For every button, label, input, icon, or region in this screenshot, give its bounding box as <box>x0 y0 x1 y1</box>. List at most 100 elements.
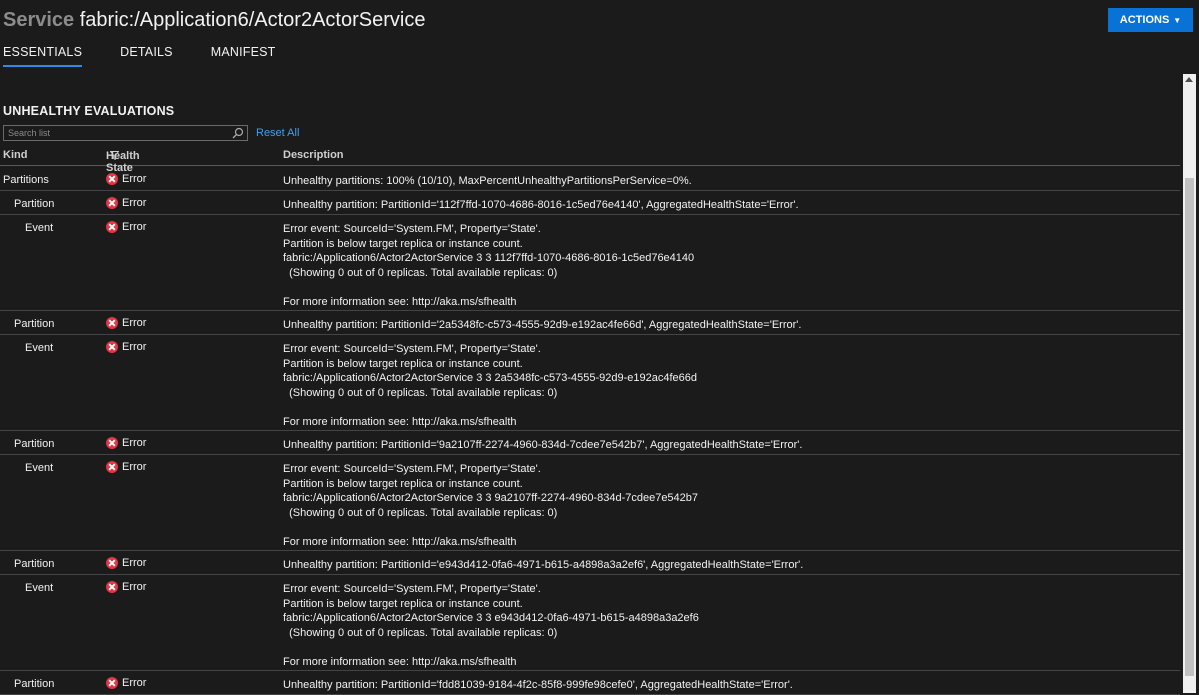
tab-details[interactable]: DETAILS <box>120 45 173 65</box>
error-icon <box>106 677 118 689</box>
description-line: For more information see: http://aka.ms/… <box>283 535 517 548</box>
service-label: Service <box>3 9 75 31</box>
table-row[interactable]: Event Error Error event: SourceId='System.… <box>0 575 1180 671</box>
row-kind: Event <box>25 222 54 234</box>
row-description: Unhealthy partition: PartitionId='e943d4… <box>283 558 1163 573</box>
row-health-state: Error <box>106 677 146 689</box>
row-description: Error event: SourceId='System.FM', Prope… <box>283 462 1163 549</box>
table-row[interactable]: Partition Error Unhealthy partition: Parti… <box>0 311 1180 335</box>
health-label: Error <box>122 317 147 329</box>
scroll-up-icon[interactable] <box>1185 77 1193 82</box>
scrollbar[interactable] <box>1183 74 1196 693</box>
description-line: For more information see: http://aka.ms/… <box>283 415 517 428</box>
column-health-state[interactable]: Health State <box>106 149 140 174</box>
column-kind[interactable]: Kind <box>3 149 27 161</box>
health-label: Error <box>122 557 147 569</box>
row-health-state: Error <box>106 173 146 185</box>
health-label: Error <box>122 221 147 233</box>
table-row[interactable]: Partition Error Unhealthy partition: Parti… <box>0 551 1180 575</box>
health-label: Error <box>122 341 147 353</box>
description-line: fabric:/Application6/Actor2ActorService … <box>283 372 697 384</box>
health-label: Error <box>122 173 147 185</box>
table-header: Kind Health State Description <box>0 148 1180 174</box>
reset-all-link[interactable]: Reset All <box>256 127 299 139</box>
tab-manifest[interactable]: MANIFEST <box>211 45 276 65</box>
description-line: Error event: SourceId='System.FM', Prope… <box>283 223 541 235</box>
page-title: Service fabric:/Application6/Actor2Actor… <box>3 9 425 32</box>
description-line: For more information see: http://aka.ms/… <box>283 295 517 308</box>
error-icon <box>106 197 118 209</box>
description-line: Unhealthy partition: PartitionId='2a5348… <box>283 319 802 331</box>
row-health-state: Error <box>106 581 146 593</box>
tab-essentials[interactable]: ESSENTIALS <box>3 45 83 67</box>
description-line: For more information see: http://aka.ms/… <box>283 655 517 668</box>
description-line <box>283 520 1163 535</box>
tab-bar: ESSENTIALS DETAILS MANIFEST <box>3 45 276 67</box>
row-description: Error event: SourceId='System.FM', Prope… <box>283 582 1163 669</box>
description-line <box>283 400 1163 415</box>
column-description[interactable]: Description <box>283 149 344 161</box>
row-health-state: Error <box>106 557 146 569</box>
description-line: (Showing 0 out of 0 replicas. Total avai… <box>283 506 558 519</box>
error-icon <box>106 341 118 353</box>
error-icon <box>106 581 118 593</box>
row-description: Unhealthy partitions: 100% (10/10), MaxP… <box>283 174 1163 189</box>
description-line <box>283 280 1163 295</box>
description-line: Error event: SourceId='System.FM', Prope… <box>283 583 541 595</box>
row-health-state: Error <box>106 317 146 329</box>
actions-button[interactable]: ACTIONS ▼ <box>1108 8 1193 32</box>
description-line: Unhealthy partition: PartitionId='9a2107… <box>283 439 803 451</box>
row-description: Unhealthy partition: PartitionId='2a5348… <box>283 318 1163 333</box>
description-line: fabric:/Application6/Actor2ActorService … <box>283 492 699 504</box>
table-row[interactable]: Event Error Error event: SourceId='System.… <box>0 335 1180 431</box>
description-line: Unhealthy partition: PartitionId='fdd810… <box>283 679 793 691</box>
health-label: Error <box>122 677 147 689</box>
service-name: fabric:/Application6/Actor2ActorService <box>79 9 426 31</box>
error-icon <box>106 317 118 329</box>
row-kind: Event <box>25 342 54 354</box>
description-line: Partition is below target replica or ins… <box>283 357 523 370</box>
description-line: Partition is below target replica or ins… <box>283 597 523 610</box>
table-row[interactable]: Partition Error Unhealthy partition: Parti… <box>0 671 1180 695</box>
error-icon <box>106 461 118 473</box>
description-line: fabric:/Application6/Actor2ActorService … <box>283 612 699 624</box>
section-title: UNHEALTHY EVALUATIONS <box>3 104 175 118</box>
row-kind: Partition <box>14 318 55 330</box>
health-label: Error <box>122 197 147 209</box>
row-kind: Partition <box>14 198 55 210</box>
description-line: Partition is below target replica or ins… <box>283 237 523 250</box>
table-row[interactable]: Partitions Error Unhealthy partitions: 100… <box>0 167 1180 191</box>
table-row[interactable]: Partition Error Unhealthy partition: Parti… <box>0 431 1180 455</box>
description-line: Partition is below target replica or ins… <box>283 477 523 490</box>
description-line: Error event: SourceId='System.FM', Prope… <box>283 463 541 475</box>
error-icon <box>106 437 118 449</box>
chevron-down-icon: ▼ <box>1173 15 1182 25</box>
row-health-state: Error <box>106 341 146 353</box>
search-icon[interactable] <box>232 127 244 139</box>
table-row[interactable]: Event Error Error event: SourceId='System.… <box>0 455 1180 551</box>
table-row[interactable]: Partition Error Unhealthy partition: Parti… <box>0 191 1180 215</box>
row-description: Unhealthy partition: PartitionId='9a2107… <box>283 438 1163 453</box>
error-icon <box>106 221 118 233</box>
health-label: Error <box>122 461 147 473</box>
row-kind: Partition <box>14 438 55 450</box>
description-line: fabric:/Application6/Actor2ActorService … <box>283 252 695 264</box>
search-box <box>3 125 248 141</box>
row-health-state: Error <box>106 197 146 209</box>
scrollbar-thumb[interactable] <box>1185 178 1194 676</box>
row-kind: Partition <box>14 558 55 570</box>
description-line: Unhealthy partition: PartitionId='e943d4… <box>283 559 804 571</box>
row-kind: Event <box>25 582 54 594</box>
row-kind: Partition <box>14 678 55 690</box>
table-row[interactable]: Event Error Error event: SourceId='System.… <box>0 215 1180 311</box>
health-label: Error <box>122 581 147 593</box>
actions-label: ACTIONS <box>1119 14 1170 26</box>
description-line: Error event: SourceId='System.FM', Prope… <box>283 343 541 355</box>
description-line: (Showing 0 out of 0 replicas. Total avai… <box>283 386 558 399</box>
row-kind: Partitions <box>3 174 49 186</box>
row-health-state: Error <box>106 221 146 233</box>
search-input[interactable] <box>4 126 233 140</box>
error-icon <box>106 557 118 569</box>
row-health-state: Error <box>106 461 146 473</box>
row-health-state: Error <box>106 437 146 449</box>
